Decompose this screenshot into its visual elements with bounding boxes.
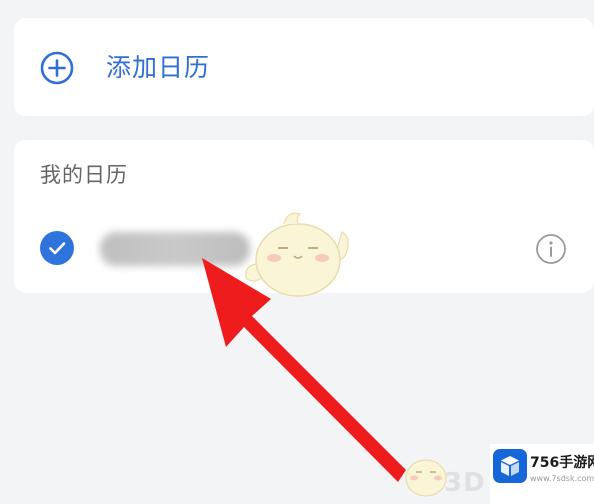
brand-name: 756手游网: [530, 455, 594, 471]
brand-logo-icon: [493, 449, 527, 483]
brand-url: www.7sdsk.com: [530, 474, 594, 483]
red-arrow-annotation: [202, 258, 406, 482]
brand-watermark: 756手游网 www.7sdsk.com: [490, 444, 594, 504]
watermark-faint-text: 3D: [444, 468, 486, 498]
